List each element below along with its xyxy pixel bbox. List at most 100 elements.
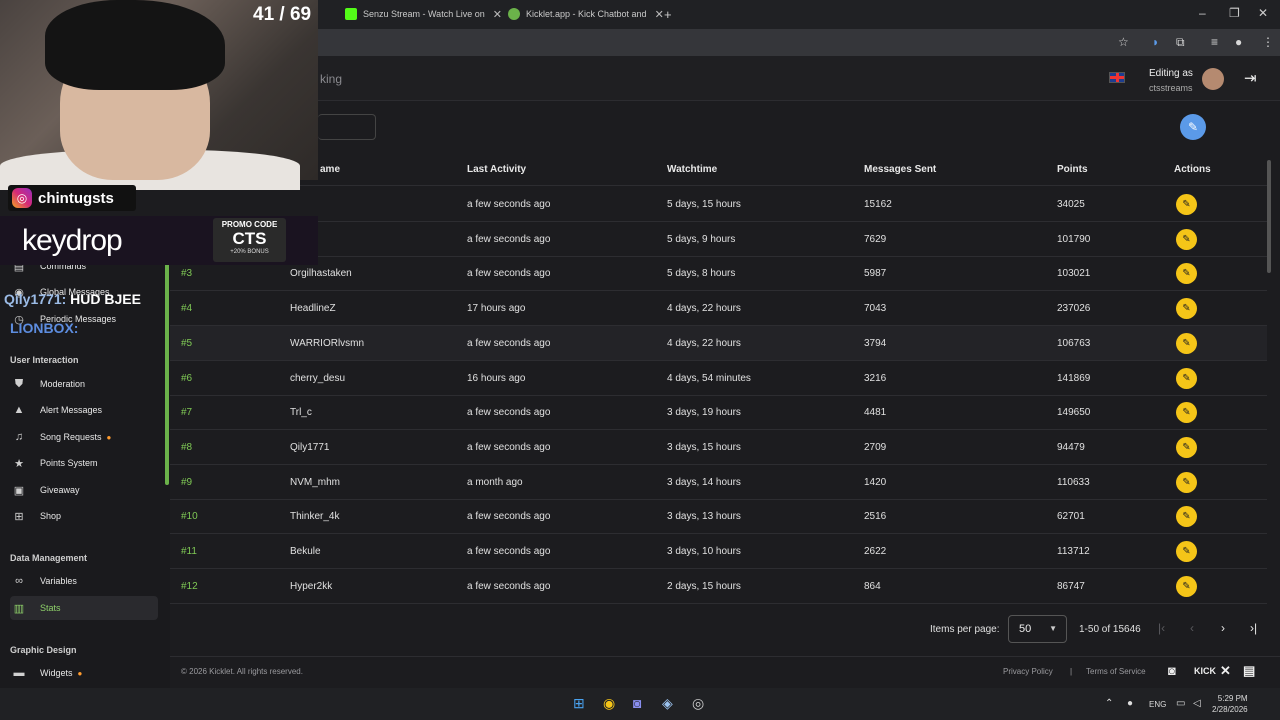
edit-user-button[interactable]: ✎ <box>1176 402 1197 424</box>
sidebar-item-stats[interactable]: ▥ Stats <box>10 596 158 620</box>
prev-page-icon[interactable]: ‹ <box>1190 621 1194 635</box>
network-icon[interactable]: ▭ <box>1176 698 1185 709</box>
minimize-icon[interactable]: – <box>1199 6 1206 20</box>
watchtime-cell: 3 days, 14 hours <box>667 476 741 488</box>
sidebar-item-points-system[interactable]: ★ Points System <box>10 451 158 475</box>
watchtime-cell: 3 days, 19 hours <box>667 407 741 419</box>
first-page-icon[interactable]: |‹ <box>1158 621 1165 635</box>
tab-senzu[interactable]: Senzu Stream - Watch Live on ✕ <box>345 3 502 25</box>
media-icon[interactable]: ≡ <box>1211 35 1218 49</box>
sidebar-item-moderation[interactable]: ⛊ Moderation <box>10 372 158 396</box>
sidebar-item-giveaway[interactable]: ▣ Giveaway <box>10 478 158 502</box>
close-icon[interactable]: ✕ <box>493 8 502 21</box>
edit-user-button[interactable]: ✎ <box>1176 228 1197 250</box>
menu-icon[interactable]: ⋮ <box>1262 35 1274 49</box>
header-watchtime[interactable]: Watchtime <box>667 164 717 175</box>
edit-user-button[interactable]: ✎ <box>1176 367 1197 389</box>
search-input[interactable] <box>318 114 376 140</box>
volume-icon[interactable]: ◁ <box>1193 698 1201 709</box>
next-page-icon[interactable]: › <box>1221 621 1225 635</box>
table-row: #3 Orgilhastaken a few seconds ago 5 days, … <box>170 256 1267 292</box>
table-row: #10 Thinker_4k a few seconds ago 3 days, 13… <box>170 499 1267 535</box>
items-per-page-label: Items per page: <box>930 624 1000 635</box>
avatar[interactable] <box>1202 68 1224 90</box>
header-name[interactable]: ame <box>320 164 340 175</box>
bookmark-star-icon[interactable]: ☆ <box>1118 35 1129 49</box>
watchtime-cell: 5 days, 9 hours <box>667 233 736 245</box>
extension-icon[interactable]: ◗ <box>1152 35 1159 49</box>
sidebar-item-label: Alert Messages <box>40 405 103 415</box>
edit-user-button[interactable]: ✎ <box>1176 332 1197 354</box>
items-per-page-value: 50 <box>1019 623 1032 635</box>
sidebar-item-label: Moderation <box>40 379 86 389</box>
tab-kicklet[interactable]: Kicklet.app - Kick Chatbot and ✕ <box>508 3 664 25</box>
points-cell: 106763 <box>1057 337 1091 349</box>
obs-icon[interactable]: ◎ <box>692 695 704 712</box>
edit-user-button[interactable]: ✎ <box>1176 506 1197 528</box>
windows-start-icon[interactable]: ⊞ <box>573 695 585 712</box>
tray-chevron-up-icon[interactable]: ⌃ <box>1105 698 1113 709</box>
last-activity-cell: a few seconds ago <box>467 337 551 349</box>
privacy-link[interactable]: Privacy Policy <box>1003 667 1053 676</box>
edit-user-button[interactable]: ✎ <box>1176 436 1197 458</box>
uk-flag-icon[interactable] <box>1109 72 1125 83</box>
eraser-button[interactable]: ✎ <box>1180 114 1206 140</box>
gift-icon: ▣ <box>13 484 25 497</box>
edit-user-button[interactable]: ✎ <box>1176 194 1197 215</box>
messages-cell: 2516 <box>864 511 887 523</box>
paginator: Items per page: 50 ▼ 1-50 of 15646 |‹ ‹ … <box>170 612 1267 648</box>
steam-icon[interactable]: ◈ <box>662 695 673 712</box>
document-icon[interactable]: ▤ <box>1243 663 1255 679</box>
watchtime-cell: 4 days, 22 hours <box>667 303 741 315</box>
window-close-icon[interactable]: ✕ <box>1258 6 1268 20</box>
rank-cell: #4 <box>181 303 193 315</box>
x-icon[interactable]: ✕ <box>1220 663 1231 679</box>
edit-user-button[interactable]: ✎ <box>1176 298 1197 320</box>
discord-icon[interactable]: ◙ <box>1168 663 1176 678</box>
last-page-icon[interactable]: ›| <box>1250 621 1257 635</box>
points-cell: 237026 <box>1057 303 1091 315</box>
sidebar-item-shop[interactable]: ⊞ Shop <box>10 504 158 528</box>
kick-link[interactable]: KICK <box>1194 666 1216 676</box>
copyright: © 2026 Kicklet. All rights reserved. <box>181 667 303 676</box>
edit-user-button[interactable]: ✎ <box>1176 575 1197 597</box>
sidebar-item-song-requests[interactable]: ♫ Song Requests ● <box>10 425 158 449</box>
new-tab-button[interactable]: + <box>664 3 672 25</box>
language-indicator[interactable]: ENG <box>1149 700 1166 709</box>
chrome-icon[interactable]: ◉ <box>603 695 615 712</box>
editing-label: Editing as <box>1149 68 1193 79</box>
table-row: #9 NVM_mhm a month ago 3 days, 14 hours 1420… <box>170 465 1267 500</box>
stream-counter: 41 / 69 <box>253 4 312 25</box>
items-per-page-select[interactable]: 50 ▼ <box>1008 615 1067 643</box>
close-icon[interactable]: ✕ <box>655 8 664 21</box>
discord-taskbar-icon[interactable]: ◙ <box>633 695 641 711</box>
sidebar-item-label: Song Requests <box>40 432 102 442</box>
logout-icon[interactable]: ⇥ <box>1244 69 1257 87</box>
sidebar-item-variables[interactable]: ∞ Variables <box>10 569 158 593</box>
edit-user-button[interactable]: ✎ <box>1176 541 1197 562</box>
sidebar-scrollbar[interactable] <box>165 255 169 485</box>
kick-favicon-icon <box>345 8 357 20</box>
clock[interactable]: 5:29 PM 2/28/2026 <box>1212 693 1248 715</box>
fire-icon: ● <box>77 668 83 678</box>
last-activity-cell: a few seconds ago <box>467 268 551 280</box>
header-messages-sent[interactable]: Messages Sent <box>864 164 936 175</box>
puzzle-icon[interactable]: ⧉ <box>1176 35 1185 50</box>
header-points[interactable]: Points <box>1057 164 1088 175</box>
maximize-icon[interactable]: ❐ <box>1229 6 1240 20</box>
sidebar-item-alert-messages[interactable]: ▲ Alert Messages <box>10 398 158 422</box>
watchtime-cell: 2 days, 15 hours <box>667 580 741 592</box>
profile-icon[interactable]: ● <box>1235 35 1242 49</box>
edit-user-button[interactable]: ✎ <box>1176 471 1197 493</box>
sidebar-item-widgets[interactable]: ▬ Widgets ● <box>10 661 158 685</box>
edit-user-button[interactable]: ✎ <box>1176 263 1197 285</box>
rank-cell: #9 <box>181 476 193 488</box>
points-cell: 149650 <box>1057 407 1091 419</box>
header-last-activity[interactable]: Last Activity <box>467 164 526 175</box>
messages-cell: 1420 <box>864 476 887 488</box>
last-activity-cell: a month ago <box>467 476 523 488</box>
table-scrollbar[interactable] <box>1267 160 1271 273</box>
microphone-icon[interactable]: ● <box>1127 698 1133 709</box>
link-icon: ∞ <box>15 575 23 587</box>
terms-link[interactable]: Terms of Service <box>1086 667 1146 676</box>
